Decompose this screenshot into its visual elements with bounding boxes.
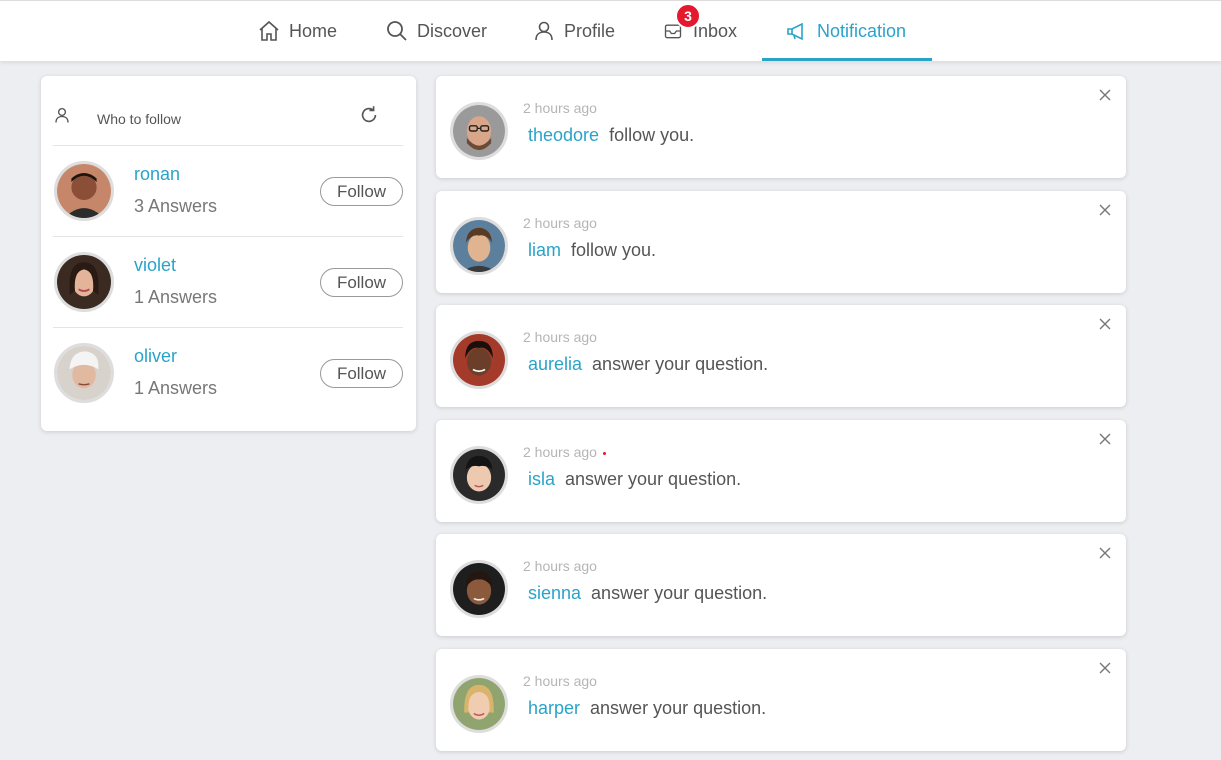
suggestion-name[interactable]: violet: [134, 255, 176, 276]
notification-user-link[interactable]: aurelia: [528, 354, 582, 374]
notification-message: theodore follow you.: [528, 125, 694, 146]
avatar-image: [453, 449, 505, 501]
follow-button[interactable]: Follow: [320, 268, 403, 297]
notification-user-link[interactable]: isla: [528, 469, 555, 489]
notification-time-text: 2 hours ago: [523, 444, 597, 460]
avatar[interactable]: [54, 161, 114, 221]
close-icon[interactable]: [1098, 317, 1112, 331]
follow-button[interactable]: Follow: [320, 359, 403, 388]
nav-inbox-label: Inbox: [693, 20, 738, 41]
suggestion-name[interactable]: ronan: [134, 164, 180, 185]
nav-inbox[interactable]: Inbox: [663, 1, 737, 61]
notification-message: isla answer your question.: [528, 469, 741, 490]
notification-text: answer your question.: [565, 469, 742, 489]
search-icon: [387, 21, 407, 41]
close-icon[interactable]: [1098, 546, 1112, 560]
suggestion-answers: 1 Answers: [134, 287, 218, 307]
list-item: violet 1 Answers Follow: [53, 237, 403, 327]
notification-card: 2 hours ago isla answer your question.: [436, 420, 1126, 522]
follow-button[interactable]: Follow: [320, 177, 403, 206]
who-to-follow-header: Who to follow: [53, 104, 403, 144]
avatar[interactable]: [450, 102, 508, 160]
notification-card: 2 hours ago theodore follow you.: [436, 76, 1126, 178]
megaphone-icon: [787, 22, 803, 41]
nav-notification[interactable]: Notification: [785, 1, 906, 61]
who-to-follow-title: Who to follow: [97, 111, 182, 127]
close-icon[interactable]: [1098, 432, 1112, 446]
notification-text: answer your question.: [592, 354, 769, 374]
notification-message: sienna answer your question.: [528, 583, 767, 604]
list-item: ronan 3 Answers Follow: [53, 146, 403, 236]
top-navigation: Home Discover Profile Inbox 3 Notificati…: [0, 0, 1221, 61]
notification-time: 2 hours ago: [523, 444, 606, 460]
notification-time: 2 hours ago: [523, 100, 597, 116]
notification-user-link[interactable]: theodore: [528, 125, 599, 145]
notification-user-link[interactable]: sienna: [528, 583, 581, 603]
notification-text: follow you.: [609, 125, 695, 145]
refresh-icon[interactable]: [358, 104, 380, 126]
suggestion-answers: 1 Answers: [134, 378, 218, 398]
notification-text: answer your question.: [591, 583, 768, 603]
nav-discover-label: Discover: [417, 20, 488, 41]
unread-dot: [602, 451, 606, 455]
active-tab-indicator: [762, 58, 932, 61]
notification-card: 2 hours ago sienna answer your question.: [436, 534, 1126, 636]
inbox-count-badge: 3: [675, 3, 701, 29]
user-icon: [55, 107, 69, 123]
suggestion-name[interactable]: oliver: [134, 346, 177, 367]
notification-time: 2 hours ago: [523, 215, 597, 231]
notification-time: 2 hours ago: [523, 558, 597, 574]
avatar[interactable]: [450, 217, 508, 275]
nav-discover[interactable]: Discover: [385, 1, 487, 61]
avatar-image: [453, 220, 505, 272]
avatar-image: [57, 255, 111, 309]
avatar[interactable]: [450, 331, 508, 389]
notification-time: 2 hours ago: [523, 329, 597, 345]
notification-card: 2 hours ago aurelia answer your question.: [436, 305, 1126, 407]
home-icon: [259, 20, 279, 41]
nav-profile[interactable]: Profile: [532, 1, 615, 61]
close-icon[interactable]: [1098, 203, 1112, 217]
list-item: oliver 1 Answers Follow: [53, 328, 403, 418]
nav-home[interactable]: Home: [257, 1, 337, 61]
notification-card: 2 hours ago liam follow you.: [436, 191, 1126, 293]
notification-card: 2 hours ago harper answer your question.: [436, 649, 1126, 751]
avatar-image: [57, 346, 111, 400]
avatar[interactable]: [54, 343, 114, 403]
close-icon[interactable]: [1098, 88, 1112, 102]
nav-notification-label: Notification: [817, 20, 907, 41]
notification-user-link[interactable]: liam: [528, 240, 561, 260]
notification-time: 2 hours ago: [523, 673, 597, 689]
notification-user-link[interactable]: harper: [528, 698, 580, 718]
notification-message: harper answer your question.: [528, 698, 766, 719]
notification-message: aurelia answer your question.: [528, 354, 768, 375]
suggestion-answers: 3 Answers: [134, 196, 218, 216]
avatar-image: [453, 563, 505, 615]
notification-text: follow you.: [571, 240, 657, 260]
avatar-image: [57, 164, 111, 218]
notification-text: answer your question.: [590, 698, 767, 718]
nav-profile-label: Profile: [564, 20, 616, 41]
avatar-image: [453, 105, 505, 157]
avatar[interactable]: [450, 446, 508, 504]
who-to-follow-card: Who to follow ronan 3 Answers Follow vio…: [41, 76, 416, 431]
avatar-image: [453, 334, 505, 386]
avatar[interactable]: [54, 252, 114, 312]
avatar[interactable]: [450, 560, 508, 618]
notification-message: liam follow you.: [528, 240, 656, 261]
nav-home-label: Home: [289, 20, 338, 41]
close-icon[interactable]: [1098, 661, 1112, 675]
avatar-image: [453, 678, 505, 730]
avatar[interactable]: [450, 675, 508, 733]
user-icon: [535, 21, 553, 41]
